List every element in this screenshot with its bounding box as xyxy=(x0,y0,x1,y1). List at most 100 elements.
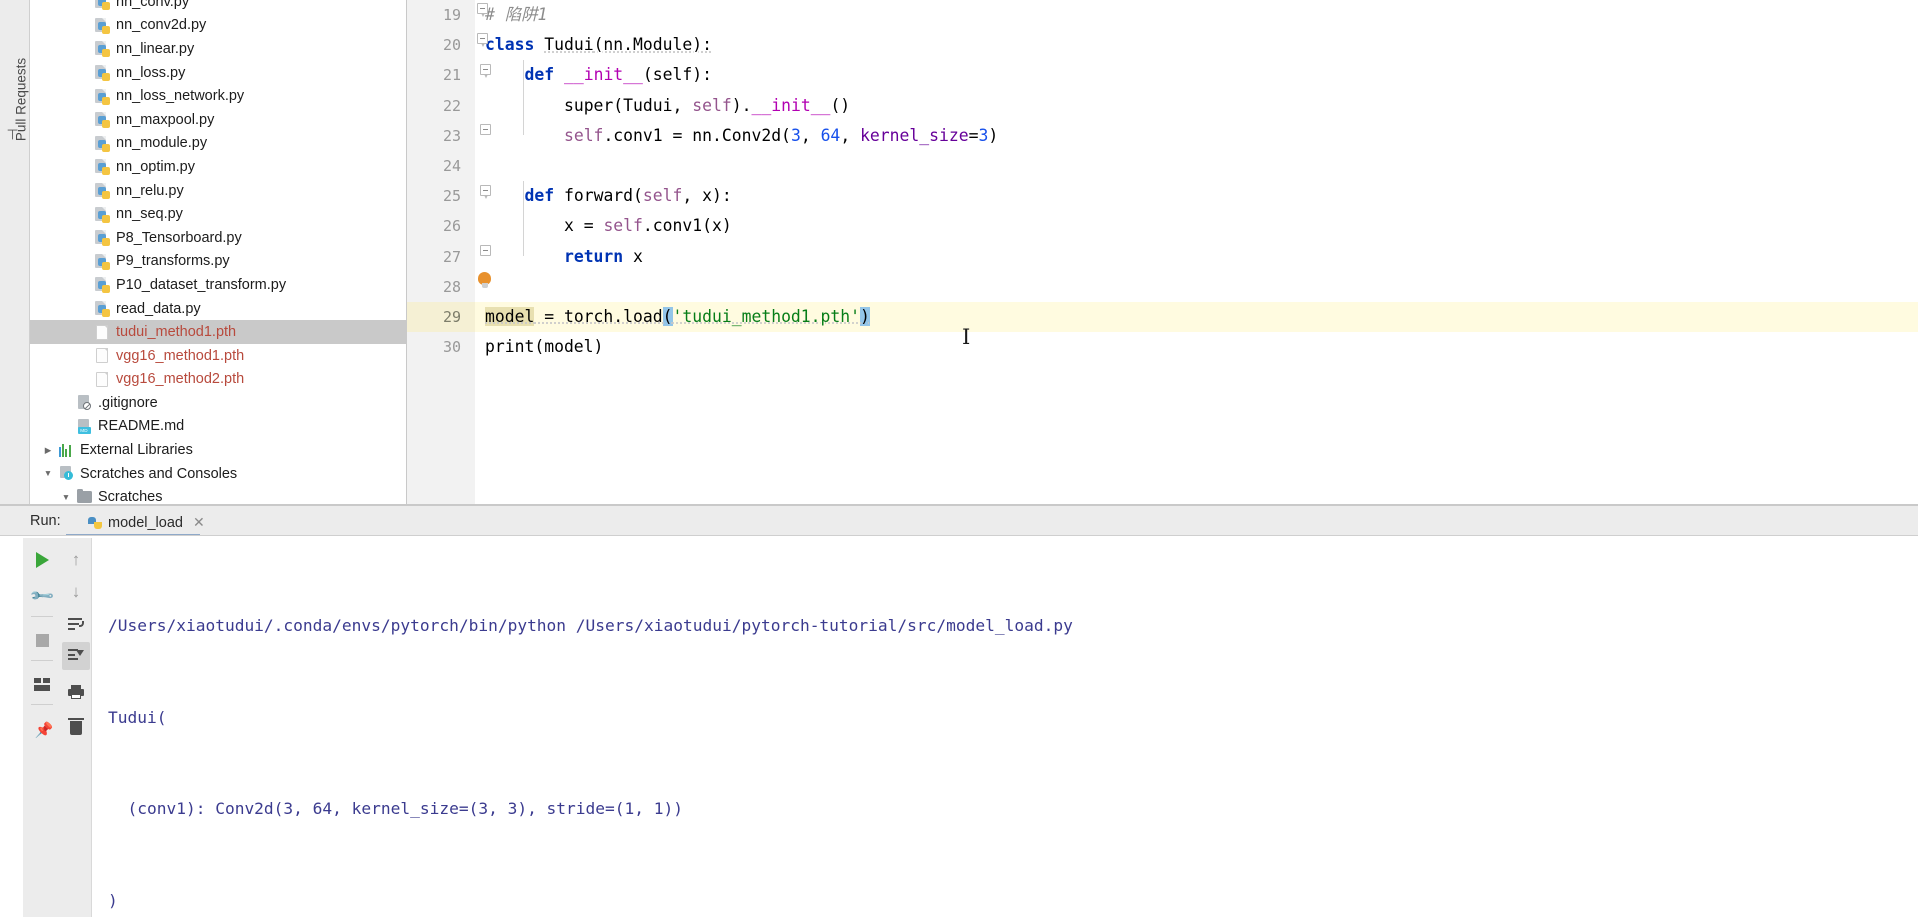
code-line-27[interactable]: 27 return x xyxy=(407,242,1918,272)
super-call-mid: ). xyxy=(732,96,752,115)
line-number: 28 xyxy=(407,272,461,302)
fold-marker-conv[interactable] xyxy=(480,124,491,135)
code-editor[interactable]: 19 # 陷阱1 20 class Tudui(nn.Module): 21 d… xyxy=(407,0,1918,504)
code-line-29[interactable]: 29 model = torch.load('tudui_method1.pth… xyxy=(407,302,1918,332)
python-file-icon xyxy=(95,18,110,33)
code-line-22[interactable]: 22 super(Tudui, self).__init__() xyxy=(407,91,1918,121)
tree-item-p9-transforms-py[interactable]: P9_transforms.py xyxy=(30,250,407,274)
tree-item-nn-linear-py[interactable]: nn_linear.py xyxy=(30,37,407,61)
python-file-icon xyxy=(95,230,110,245)
tree-item-label: vgg16_method1.pth xyxy=(112,348,244,364)
tree-item-label: nn_module.py xyxy=(112,135,207,151)
tree-item-nn-conv-py[interactable]: nn_conv.py xyxy=(30,0,407,14)
code-line-20[interactable]: 20 class Tudui(nn.Module): xyxy=(407,30,1918,60)
code-line-25[interactable]: 25 def forward(self, x): xyxy=(407,181,1918,211)
tree-item-nn-conv2d-py[interactable]: nn_conv2d.py xyxy=(30,14,407,38)
matching-paren-close: ) xyxy=(860,307,870,326)
code-lines-container[interactable]: 19 # 陷阱1 20 class Tudui(nn.Module): 21 d… xyxy=(407,0,1918,504)
python-file-icon xyxy=(92,41,112,56)
code-line-24[interactable]: 24 xyxy=(407,151,1918,181)
rerun-button[interactable] xyxy=(28,546,56,574)
self-keyword: self xyxy=(692,96,731,115)
tree-item-nn-maxpool-py[interactable]: nn_maxpool.py xyxy=(30,108,407,132)
line-number: 29 xyxy=(407,302,461,332)
tree-item-scratches-and-consoles[interactable]: ▼ Scratches and Consoles xyxy=(30,462,407,486)
code-line-19[interactable]: 19 # 陷阱1 xyxy=(407,0,1918,30)
down-stack-button[interactable]: ↓ xyxy=(62,578,90,606)
python-file-icon xyxy=(95,136,110,151)
pin-tab-button[interactable]: 📌 xyxy=(28,714,56,742)
clear-all-button[interactable] xyxy=(62,714,90,742)
code-line-26[interactable]: 26 x = self.conv1(x) xyxy=(407,211,1918,241)
text-ibeam-cursor: I xyxy=(962,325,970,349)
edit-config-button[interactable]: 🔧 xyxy=(28,582,56,610)
trash-icon xyxy=(70,721,82,735)
tree-item-nn-relu-py[interactable]: nn_relu.py xyxy=(30,179,407,203)
stop-button[interactable] xyxy=(28,626,56,654)
soft-wrap-button[interactable] xyxy=(62,610,90,638)
tree-item-nn-optim-py[interactable]: nn_optim.py xyxy=(30,155,407,179)
layout-button[interactable] xyxy=(28,670,56,698)
chevron-right-icon[interactable]: ▶ xyxy=(40,446,56,455)
tree-item-readme-md[interactable]: MD README.md xyxy=(30,415,407,439)
run-tab-model-load[interactable]: model_load ✕ xyxy=(84,510,209,535)
close-icon[interactable]: ✕ xyxy=(193,514,205,531)
fold-marker-class[interactable] xyxy=(477,33,488,44)
python-file-icon xyxy=(92,65,112,80)
code-text: print(model) xyxy=(485,332,603,362)
tree-item-nn-loss-network-py[interactable]: nn_loss_network.py xyxy=(30,84,407,108)
indent-guide xyxy=(523,60,524,135)
tree-item-nn-loss-py[interactable]: nn_loss.py xyxy=(30,61,407,85)
console-line: Tudui( xyxy=(108,703,1918,734)
tree-item--gitignore[interactable]: .gitignore xyxy=(30,391,407,415)
tree-item-label: nn_conv2d.py xyxy=(112,17,206,33)
project-tree-panel[interactable]: nn_conv.py nn_conv2d.py nn_linear.py nn_los… xyxy=(30,0,407,504)
tree-item-nn-module-py[interactable]: nn_module.py xyxy=(30,132,407,156)
kwarg-eq: = xyxy=(969,126,979,145)
fold-marker-forward[interactable] xyxy=(480,185,491,196)
run-tool-window: Run: model_load ✕ 🔧 📌 ↑ ↓ /Users/xiaotud… xyxy=(0,506,1918,917)
tree-item-p10-dataset-transform-py[interactable]: P10_dataset_transform.py xyxy=(30,273,407,297)
kwarg-name: kernel_size xyxy=(860,126,969,145)
sidebar-item-pull-requests[interactable]: Pull Requests xyxy=(14,35,29,165)
scroll-to-end-button[interactable] xyxy=(62,642,90,670)
python-file-icon xyxy=(92,112,112,127)
code-line-28[interactable]: 28 xyxy=(407,272,1918,302)
tree-item-scratches[interactable]: ▼ Scratches xyxy=(30,485,407,504)
python-file-icon xyxy=(92,89,112,104)
console-line: ) xyxy=(108,886,1918,917)
tree-item-external-libraries[interactable]: ▶ External Libraries xyxy=(30,438,407,462)
python-file-icon xyxy=(95,254,110,269)
tree-item-vgg16-method1-pth[interactable]: vgg16_method1.pth xyxy=(30,344,407,368)
fold-marker-return[interactable] xyxy=(480,245,491,256)
print-button[interactable] xyxy=(62,678,90,706)
line-number: 30 xyxy=(407,332,461,362)
kw-return: return xyxy=(564,247,623,266)
up-stack-button[interactable]: ↑ xyxy=(62,546,90,574)
chevron-down-icon[interactable]: ▼ xyxy=(40,469,56,478)
intention-bulb-icon[interactable] xyxy=(478,272,491,289)
python-file-icon xyxy=(95,183,110,198)
tree-item-tudui-method1-pth[interactable]: tudui_method1.pth xyxy=(30,320,407,344)
forward-name: forward( xyxy=(564,186,643,205)
tree-item-p8-tensorboard-py[interactable]: P8_Tensorboard.py xyxy=(30,226,407,250)
tree-item-read-data-py[interactable]: read_data.py xyxy=(30,297,407,321)
console-output[interactable]: /Users/xiaotudui/.conda/envs/pytorch/bin… xyxy=(92,538,1918,917)
scratches-icon xyxy=(56,466,76,481)
python-file-icon xyxy=(95,301,110,316)
code-line-30[interactable]: 30 print(model) xyxy=(407,332,1918,362)
tree-item-nn-seq-py[interactable]: nn_seq.py xyxy=(30,202,407,226)
fold-marker-comment[interactable] xyxy=(477,3,488,14)
code-line-23[interactable]: 23 self.conv1 = nn.Conv2d(3, 64, kernel_… xyxy=(407,121,1918,151)
code-line-21[interactable]: 21 def __init__(self): xyxy=(407,60,1918,90)
chevron-down-icon[interactable]: ▼ xyxy=(58,493,74,502)
python-file-icon xyxy=(92,301,112,316)
fold-marker-init[interactable] xyxy=(480,64,491,75)
tree-item-label: vgg16_method2.pth xyxy=(112,371,244,387)
tree-item-label: nn_seq.py xyxy=(112,206,183,222)
python-file-icon xyxy=(95,89,110,104)
markdown-icon: MD xyxy=(77,419,92,434)
tree-item-vgg16-method2-pth[interactable]: vgg16_method2.pth xyxy=(30,368,407,392)
line-number: 20 xyxy=(407,30,461,60)
printer-icon xyxy=(68,685,84,699)
